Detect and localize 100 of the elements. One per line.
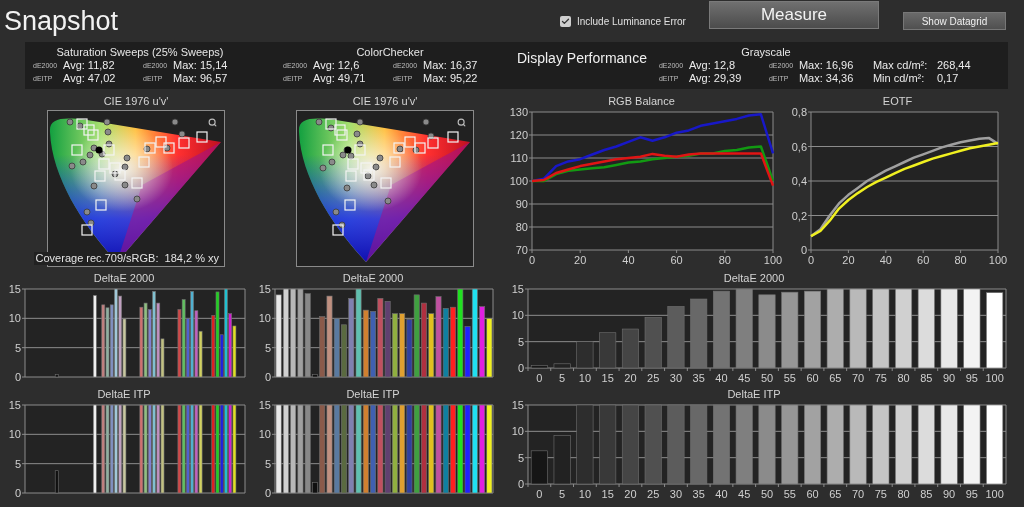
luminance-label: Max cd/m²: — [872, 59, 929, 72]
data-bar — [690, 298, 708, 369]
axis-label: 20 — [574, 254, 587, 266]
axis-label: 40 — [622, 254, 635, 266]
axis-label: 65 — [829, 488, 842, 500]
axis-label: 95 — [965, 488, 978, 500]
axis-label: 100 — [985, 488, 1004, 500]
section-heading: Display Performance — [517, 50, 647, 66]
axis-label: 5 — [14, 341, 21, 354]
axis-label: 120 — [509, 129, 528, 141]
axis-label: 50 — [760, 488, 774, 500]
group-title: Saturation Sweeps (25% Sweeps) — [56, 46, 224, 59]
chart-title: DeltaE ITP — [727, 388, 781, 401]
axis-label: 10 — [258, 312, 271, 325]
axis-label: 0,8 — [791, 108, 807, 118]
axis-label: 55 — [783, 372, 796, 384]
axis-label: 50 — [760, 372, 774, 384]
axis-label: 70 — [515, 244, 528, 256]
axis-label: 60 — [806, 488, 819, 500]
axis-label: 60 — [806, 372, 819, 384]
metric-value: Max: 16,37 — [423, 59, 479, 72]
axis-label: 25 — [647, 488, 660, 500]
metric-value: Max: 96,57 — [173, 72, 229, 85]
page-title: Snapshot — [4, 6, 119, 36]
axis-label: 15 — [511, 401, 524, 411]
coverage-text: Coverage rec.709/sRGB: 184,2 % xy — [33, 252, 221, 265]
axis-label: 80 — [515, 221, 528, 233]
axis-label: 5 — [517, 335, 524, 348]
axis-label: 30 — [669, 488, 683, 500]
search-icon[interactable] — [457, 118, 466, 127]
axis-label: 90 — [942, 372, 956, 384]
axis-label: 75 — [874, 372, 887, 384]
axis-label: 15 — [8, 401, 21, 411]
metric-value: Avg: 12,6 — [313, 59, 361, 72]
axis-label: 45 — [738, 372, 751, 384]
axis-label: 85 — [920, 488, 933, 500]
chart-title: CIE 1976 u'v' — [352, 95, 418, 108]
axis-label: 5 — [264, 457, 271, 470]
metric-value: Max: 15,14 — [173, 59, 229, 72]
chart-title: DeltaE ITP — [346, 388, 400, 401]
axis-label: 55 — [783, 488, 796, 500]
axis-label: 70 — [851, 372, 865, 384]
search-icon[interactable] — [208, 118, 217, 127]
luminance-value: 0,17 — [936, 72, 959, 85]
chart-title: DeltaE 2000 — [723, 272, 785, 285]
group-title: ColorChecker — [356, 46, 424, 59]
metric-value: Max: 16,96 — [798, 59, 855, 72]
luminance-value: 268,44 — [936, 59, 971, 72]
axis-label: 10 — [8, 312, 21, 325]
axis-label: 0,2 — [791, 209, 807, 222]
axis-label: 5 — [559, 372, 566, 384]
metric-value: Max: 34,36 — [798, 72, 855, 85]
data-bar — [530, 365, 548, 369]
datagrid-button[interactable]: Show Datagrid — [903, 12, 1006, 30]
axis-label: 10 — [578, 488, 592, 500]
axis-label: 10 — [8, 428, 21, 441]
chart-title: DeltaE 2000 — [93, 272, 155, 285]
axis-label: 0 — [264, 371, 271, 383]
axis-label: 40 — [715, 488, 728, 500]
axis-label: 80 — [897, 372, 910, 384]
data-bar — [644, 317, 662, 369]
axis-label: 130 — [509, 108, 528, 118]
checkbox[interactable] — [560, 15, 571, 27]
metric-value: Avg: 29,39 — [688, 72, 743, 85]
data-bar — [599, 332, 617, 369]
axis-label: 0 — [536, 488, 543, 500]
axis-label: 15 — [601, 488, 614, 500]
axis-label: 0 — [800, 244, 807, 256]
metric-value: Avg: 11,82 — [63, 59, 116, 72]
axis-label: 15 — [511, 285, 524, 295]
axis-label: 15 — [8, 285, 21, 295]
axis-label: 20 — [842, 254, 855, 266]
metric-value: Avg: 47,02 — [63, 72, 117, 85]
axis-label: 75 — [874, 488, 887, 500]
data-bar — [530, 450, 548, 485]
axis-label: 0 — [536, 372, 543, 384]
axis-label: 60 — [670, 254, 683, 266]
axis-label: 0 — [517, 478, 524, 490]
axis-label: 5 — [559, 488, 566, 500]
axis-label: 80 — [718, 254, 731, 266]
axis-label: 90 — [942, 488, 956, 500]
axis-label: 0 — [528, 254, 536, 266]
axis-label: 35 — [692, 488, 705, 500]
metric-value: Avg: 49,71 — [313, 72, 367, 85]
axis-label: 5 — [264, 341, 271, 354]
axis-label: 100 — [985, 372, 1004, 384]
axis-label: 10 — [578, 372, 592, 384]
axis-label: 90 — [515, 198, 528, 210]
chart-title: RGB Balance — [608, 95, 675, 108]
axis-label: 0 — [517, 362, 524, 374]
axis-label: 30 — [669, 372, 683, 384]
axis-label: 10 — [511, 309, 524, 322]
axis-label: 5 — [517, 451, 524, 464]
data-bar — [54, 470, 59, 494]
axis-label: 80 — [954, 254, 967, 266]
axis-label: 70 — [851, 488, 865, 500]
checkbox-label: Include Luminance Error — [577, 14, 686, 29]
axis-label: 0 — [264, 487, 271, 499]
axis-label: 65 — [829, 372, 842, 384]
measure-button[interactable]: Measure — [709, 1, 879, 29]
